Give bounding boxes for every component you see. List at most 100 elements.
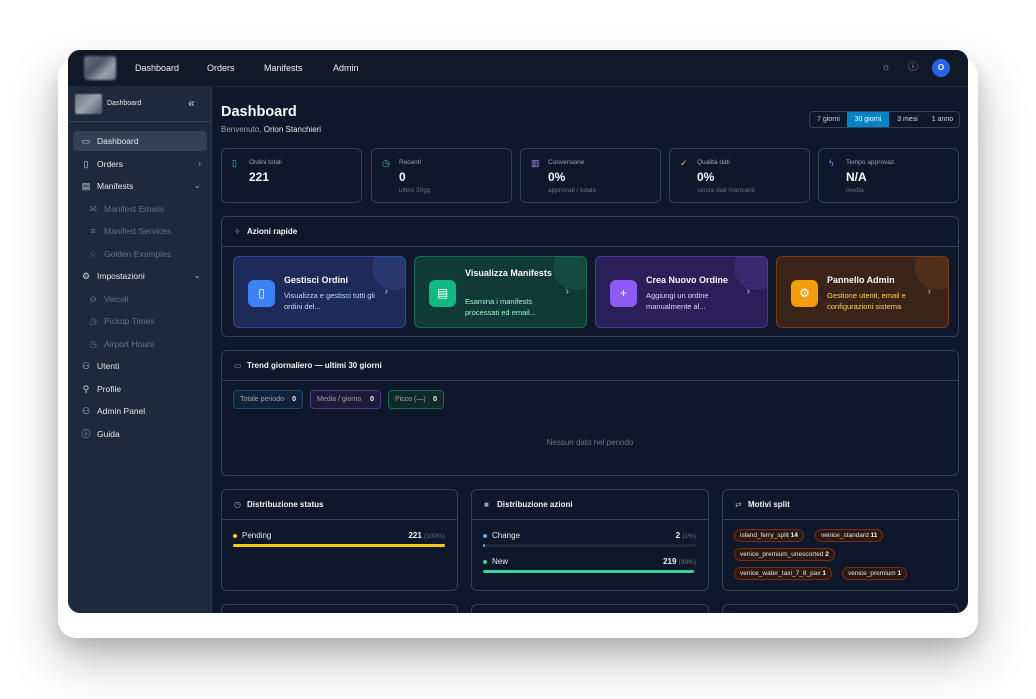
sidebar-item-impostazioni[interactable]: ⚙ Impostazioni ⌄: [73, 266, 207, 286]
sidebar-item-pickup-times[interactable]: ◷ Pickup Times: [73, 311, 207, 331]
row-percent: (99%): [678, 559, 696, 566]
row-label: New: [492, 557, 509, 566]
sidebar-item-label: Manifest Emails: [104, 204, 164, 214]
action-title: Gestisci Ordini: [284, 275, 349, 285]
panel-partial: [471, 604, 709, 613]
row-percent: (100%): [424, 533, 445, 540]
action-card-pannello-admin[interactable]: ⚙ Pannello Admin Gestione utenti, email …: [776, 256, 949, 328]
status-distribution-panel: ◷ Distribuzione status Pending 221 (100%…: [221, 489, 458, 591]
tag-count: 11: [870, 532, 878, 539]
sidebar-item-orders[interactable]: ▯ Orders ›: [73, 154, 207, 174]
sidebar-item-manifest-emails[interactable]: ✉ Manifest Emails: [73, 199, 207, 219]
action-card-gestisci-ordini[interactable]: ▯ Gestisci Ordini Visualizza e gestisci …: [233, 256, 406, 328]
panel-partial: [221, 604, 458, 613]
chevron-right-icon: ›: [384, 286, 388, 297]
admin-icon: ⚙: [791, 280, 818, 307]
clock-icon: ◷: [382, 158, 390, 168]
sidebar-item-veicoli[interactable]: ⊖ Veicoli: [73, 289, 207, 309]
sidebar-item-label: Orders: [97, 159, 123, 169]
action-card-crea-nuovo-ordine[interactable]: + Crea Nuovo Ordine Aggiungi un ordine m…: [595, 256, 768, 328]
clock-icon: ◷: [234, 500, 241, 509]
tag-count: 1: [822, 570, 827, 577]
progress-bar: [483, 544, 696, 547]
sidebar: Dashboard « ▭ Dashboard ▯ Orders › ▤ Man…: [68, 87, 212, 613]
sparkle-icon: ✧: [234, 227, 241, 236]
panel-title: Trend giornaliero — ultimi 30 giorni: [247, 361, 382, 370]
bar-chart-icon: ▥: [531, 158, 540, 168]
pill-media-giorno: Media / giorno 0: [310, 390, 381, 409]
action-card-visualizza-manifests[interactable]: ▤ Visualizza Manifests Esamina i manifes…: [414, 256, 587, 328]
action-desc: Esamina i manifests processati ed email.…: [465, 297, 536, 317]
split-tag: island_ferry_split 14: [734, 529, 804, 542]
sidebar-item-label: Profile: [97, 384, 122, 394]
sidebar-item-profile[interactable]: ⚲ Profile: [73, 379, 207, 399]
panel-header: ■ Distribuzione azioni: [472, 490, 708, 520]
stat-label: Ordini totali: [249, 159, 282, 166]
nav-orders[interactable]: Orders: [207, 63, 235, 73]
sidebar-item-guida[interactable]: ⓘ Guida: [73, 424, 207, 444]
users-icon: ⚇: [81, 361, 91, 371]
clock-icon: ◷: [89, 339, 97, 349]
document-icon: ▤: [81, 181, 91, 191]
row-value: 2 (1%): [676, 531, 696, 540]
bolt-icon: ϟ: [829, 158, 834, 168]
chevron-right-icon: ›: [746, 286, 750, 297]
status-dot: [483, 534, 487, 538]
stat-value: 221: [249, 170, 270, 184]
sidebar-item-label: Airport Hours: [104, 339, 155, 349]
progress-fill: [483, 544, 486, 547]
stat-card-recenti: ◷ Recenti 0 ultimi 30gg: [371, 148, 512, 203]
nav-admin[interactable]: Admin: [333, 63, 359, 73]
app-logo[interactable]: [84, 56, 116, 80]
nav-manifests[interactable]: Manifests: [264, 63, 303, 73]
stat-sub: approvati / totale: [548, 187, 597, 194]
user-name: Orion Stanchieri: [263, 125, 322, 134]
pill-value: 0: [370, 396, 374, 403]
nav-dashboard[interactable]: Dashboard: [135, 63, 179, 73]
sidebar-item-utenti[interactable]: ⚇ Utenti: [73, 356, 207, 376]
chevron-right-icon: ›: [927, 286, 931, 297]
action-title: Pannello Admin: [827, 275, 895, 285]
panel-title: Distribuzione azioni: [497, 500, 573, 509]
welcome-prefix: Benvenuto,: [221, 125, 262, 134]
sidebar-item-golden-examples[interactable]: ☆ Golden Examples: [73, 244, 207, 264]
sidebar-item-manifests[interactable]: ▤ Manifests ⌄: [73, 176, 207, 196]
tag-count: 1: [897, 570, 902, 577]
admin-icon: ⚇: [81, 406, 91, 416]
user-icon: ⚲: [82, 384, 90, 394]
sidebar-item-label: Impostazioni: [97, 271, 145, 281]
stat-value: 0%: [548, 170, 566, 184]
sidebar-item-label: Manifests: [97, 181, 134, 191]
split-tag: venice_premium 1: [842, 567, 908, 580]
sidebar-item-airport-hours[interactable]: ◷ Airport Hours: [73, 334, 207, 354]
pill-totale-periodo: Totale periodo 0: [233, 390, 303, 409]
action-desc: Aggiungi un ordine manualmente al...: [646, 291, 709, 311]
action-distribution-panel: ■ Distribuzione azioni Change 2 (1%) New…: [471, 489, 709, 591]
info-icon[interactable]: ⓘ: [906, 61, 920, 75]
arrows-icon: ⇄: [735, 500, 742, 509]
collapse-sidebar-icon[interactable]: «: [188, 96, 195, 110]
range-7-giorni[interactable]: 7 giorni: [810, 112, 847, 127]
avatar[interactable]: O: [932, 59, 950, 77]
app-window: Dashboard Orders Manifests Admin ☼ ⓘ O D…: [68, 50, 968, 613]
range-1-anno[interactable]: 1 anno: [926, 112, 959, 127]
tag-count: 14: [790, 532, 798, 539]
range-30-giorni[interactable]: 30 giorni: [847, 112, 889, 127]
panel-header: ✧ Azioni rapide: [222, 217, 958, 247]
sun-icon[interactable]: ☼: [879, 61, 893, 75]
stat-sub: senza dati mancanti: [697, 187, 755, 194]
split-tag: venice_water_taxi_7_8_pax 1: [734, 567, 833, 580]
stat-value: 0%: [697, 170, 715, 184]
status-dot: [483, 560, 487, 564]
sidebar-item-dashboard[interactable]: ▭ Dashboard: [73, 131, 207, 151]
range-3-mesi[interactable]: 3 mesi: [889, 112, 926, 127]
main-content: Dashboard Benvenuto, Orion Stanchieri 7 …: [213, 87, 968, 613]
split-tag: venice_standard 11: [815, 529, 884, 542]
star-icon: ☆: [88, 249, 98, 259]
pill-picco: Picco (—) 0: [388, 390, 444, 409]
clipboard-icon: ▯: [232, 158, 237, 168]
sidebar-item-manifest-services[interactable]: ≡ Manifest Services: [73, 221, 207, 241]
page-title: Dashboard: [221, 104, 297, 120]
sidebar-item-admin-panel[interactable]: ⚇ Admin Panel: [73, 401, 207, 421]
clipboard-icon: ▯: [83, 159, 89, 169]
